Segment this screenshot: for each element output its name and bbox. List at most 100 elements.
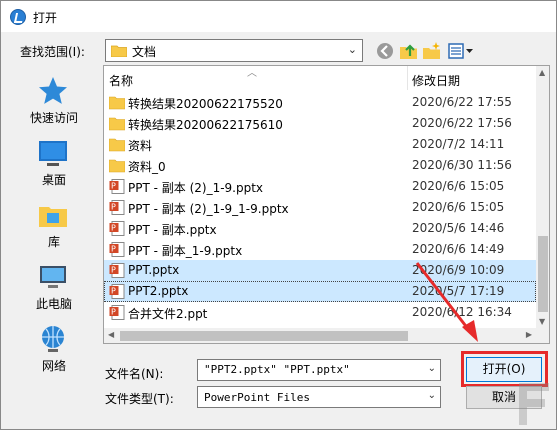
app-icon <box>10 9 26 25</box>
place-label: 网络 <box>41 359 66 373</box>
file-name: 资料 <box>128 139 153 153</box>
file-list[interactable]: ︿ 名称 修改日期 转换结果20200622175520 2020/6/22 1… <box>103 65 550 344</box>
list-item[interactable]: P PPT - 副本.pptx 2020/5/6 14:46 <box>104 218 536 239</box>
window-title: 打开 <box>33 11 58 25</box>
scroll-thumb[interactable] <box>538 236 548 312</box>
file-name: PPT - 副本 (2)_1-9_1-9.pptx <box>128 202 289 216</box>
folder-icon <box>109 138 125 152</box>
column-date[interactable]: 修改日期 <box>412 72 460 89</box>
star-icon <box>39 77 67 104</box>
scroll-up-icon[interactable]: ▲ <box>539 68 545 77</box>
place-library[interactable]: 库 <box>9 195 99 257</box>
horizontal-scrollbar[interactable]: ◀ ▶ <box>104 328 536 343</box>
file-name: 转换结果20200622175520 <box>128 97 283 111</box>
list-item[interactable]: 转换结果20200622175610 2020/6/22 17:56 <box>104 113 536 134</box>
folder-icon <box>109 117 125 131</box>
scroll-thumb[interactable] <box>120 331 408 341</box>
sort-arrow-icon: ︿ <box>247 68 257 79</box>
svg-text:P: P <box>111 203 116 212</box>
list-item[interactable]: 转换结果20200622175520 2020/6/22 17:55 <box>104 92 536 113</box>
svg-text:P: P <box>111 266 116 275</box>
file-date: 2020/6/6 15:05 <box>412 200 505 214</box>
svg-text:P: P <box>111 182 116 191</box>
scroll-left-icon[interactable]: ◀ <box>108 330 114 339</box>
file-date: 2020/6/6 14:49 <box>412 242 505 256</box>
filetype-label: 文件类型(T): <box>105 392 174 406</box>
new-folder-icon[interactable] <box>422 41 442 61</box>
library-icon <box>39 207 67 227</box>
vertical-scrollbar[interactable]: ▲ ▼ <box>536 66 549 328</box>
svg-text:P: P <box>111 287 116 296</box>
title-bar: 打开 <box>1 1 556 32</box>
file-date: 2020/6/30 11:56 <box>412 158 512 172</box>
folder-icon <box>111 45 127 57</box>
file-name: PPT2.pptx <box>128 284 189 298</box>
computer-icon <box>40 266 66 288</box>
file-date: 2020/5/7 17:19 <box>412 284 505 298</box>
list-item-selected[interactable]: P PPT.pptx 2020/6/9 10:09 <box>104 260 536 281</box>
list-item[interactable]: P PPT - 副本 (2)_1-9_1-9.pptx 2020/6/6 15:… <box>104 197 536 218</box>
back-icon[interactable] <box>375 41 395 61</box>
powerpoint-file-icon: P <box>109 179 125 194</box>
file-date: 2020/5/6 14:46 <box>412 221 505 235</box>
list-item[interactable]: 资料 2020/7/2 14:11 <box>104 134 536 155</box>
file-date: 2020/6/6 15:05 <box>412 179 505 193</box>
powerpoint-file-icon: P <box>109 221 125 236</box>
watermark-logo <box>519 383 549 425</box>
svg-text:P: P <box>111 308 116 317</box>
file-name: 合并文件2.ppt <box>128 307 208 321</box>
chevron-down-icon[interactable]: ⌄ <box>428 363 436 374</box>
column-divider[interactable] <box>407 66 408 90</box>
list-item[interactable]: 资料_0 2020/6/30 11:56 <box>104 155 536 176</box>
look-in-value: 文档 <box>132 45 157 59</box>
list-item[interactable]: P PPT - 副本 (2)_1-9.pptx 2020/6/6 15:05 <box>104 176 536 197</box>
places-bar: 快速访问 桌面 库 此电脑 网络 <box>9 67 99 389</box>
place-network[interactable]: 网络 <box>9 319 99 381</box>
svg-text:P: P <box>111 224 116 233</box>
network-icon <box>42 326 64 352</box>
file-name: 转换结果20200622175610 <box>128 118 283 132</box>
scroll-corner <box>536 328 549 343</box>
up-folder-icon[interactable] <box>399 41 419 61</box>
scroll-down-icon[interactable]: ▼ <box>539 317 545 326</box>
powerpoint-file-icon: P <box>109 200 125 215</box>
open-dialog: 打开 查找范围(I): 文档 ⌄ 快速访问 桌面 库 此电脑 网络 ︿ 名称 修… <box>0 0 557 430</box>
powerpoint-file-icon: P <box>109 284 125 299</box>
file-name: PPT - 副本 (2)_1-9.pptx <box>128 181 264 195</box>
folder-icon <box>109 159 125 173</box>
file-date: 2020/6/22 17:56 <box>412 116 512 130</box>
place-label: 库 <box>47 235 60 249</box>
filetype-select[interactable]: PowerPoint Files ⌄ <box>197 386 441 408</box>
place-desktop[interactable]: 桌面 <box>9 133 99 195</box>
look-in-dropdown[interactable]: 文档 ⌄ <box>105 39 363 62</box>
filename-label: 文件名(N): <box>105 367 164 381</box>
file-date: 2020/6/22 17:55 <box>412 95 512 109</box>
powerpoint-file-icon: P <box>109 242 125 257</box>
place-label: 桌面 <box>41 173 66 187</box>
place-quick-access[interactable]: 快速访问 <box>9 71 99 133</box>
file-date: 2020/6/12 16:34 <box>412 305 512 319</box>
place-this-pc[interactable]: 此电脑 <box>9 257 99 319</box>
file-date: 2020/7/2 14:11 <box>412 137 505 151</box>
chevron-down-icon[interactable]: ⌄ <box>428 390 436 401</box>
place-label: 快速访问 <box>29 111 78 125</box>
scroll-right-icon[interactable]: ▶ <box>526 330 532 339</box>
place-label: 此电脑 <box>35 297 72 311</box>
list-item[interactable]: P PPT - 副本_1-9.pptx 2020/6/6 14:49 <box>104 239 536 260</box>
column-header: ︿ 名称 修改日期 <box>104 66 536 90</box>
filename-field[interactable]: "PPT2.pptx" "PPT.pptx" ⌄ <box>197 359 441 381</box>
file-name: PPT - 副本_1-9.pptx <box>128 244 243 258</box>
desktop-icon <box>39 141 67 166</box>
folder-icon <box>109 96 125 110</box>
file-name: 资料_0 <box>128 160 166 174</box>
chevron-down-icon: ⌄ <box>347 43 357 56</box>
powerpoint-file-icon: P <box>109 263 125 278</box>
look-in-label: 查找范围(I): <box>20 45 85 59</box>
list-item-selected[interactable]: P PPT2.pptx 2020/5/7 17:19 <box>104 281 536 302</box>
column-name[interactable]: 名称 <box>109 72 133 89</box>
powerpoint-file-icon: P <box>109 305 125 320</box>
file-name: PPT - 副本.pptx <box>128 223 217 237</box>
list-item[interactable]: P 合并文件2.ppt 2020/6/12 16:34 <box>104 302 536 323</box>
filetype-value: PowerPoint Files <box>204 391 310 404</box>
view-menu-icon[interactable] <box>447 41 475 61</box>
